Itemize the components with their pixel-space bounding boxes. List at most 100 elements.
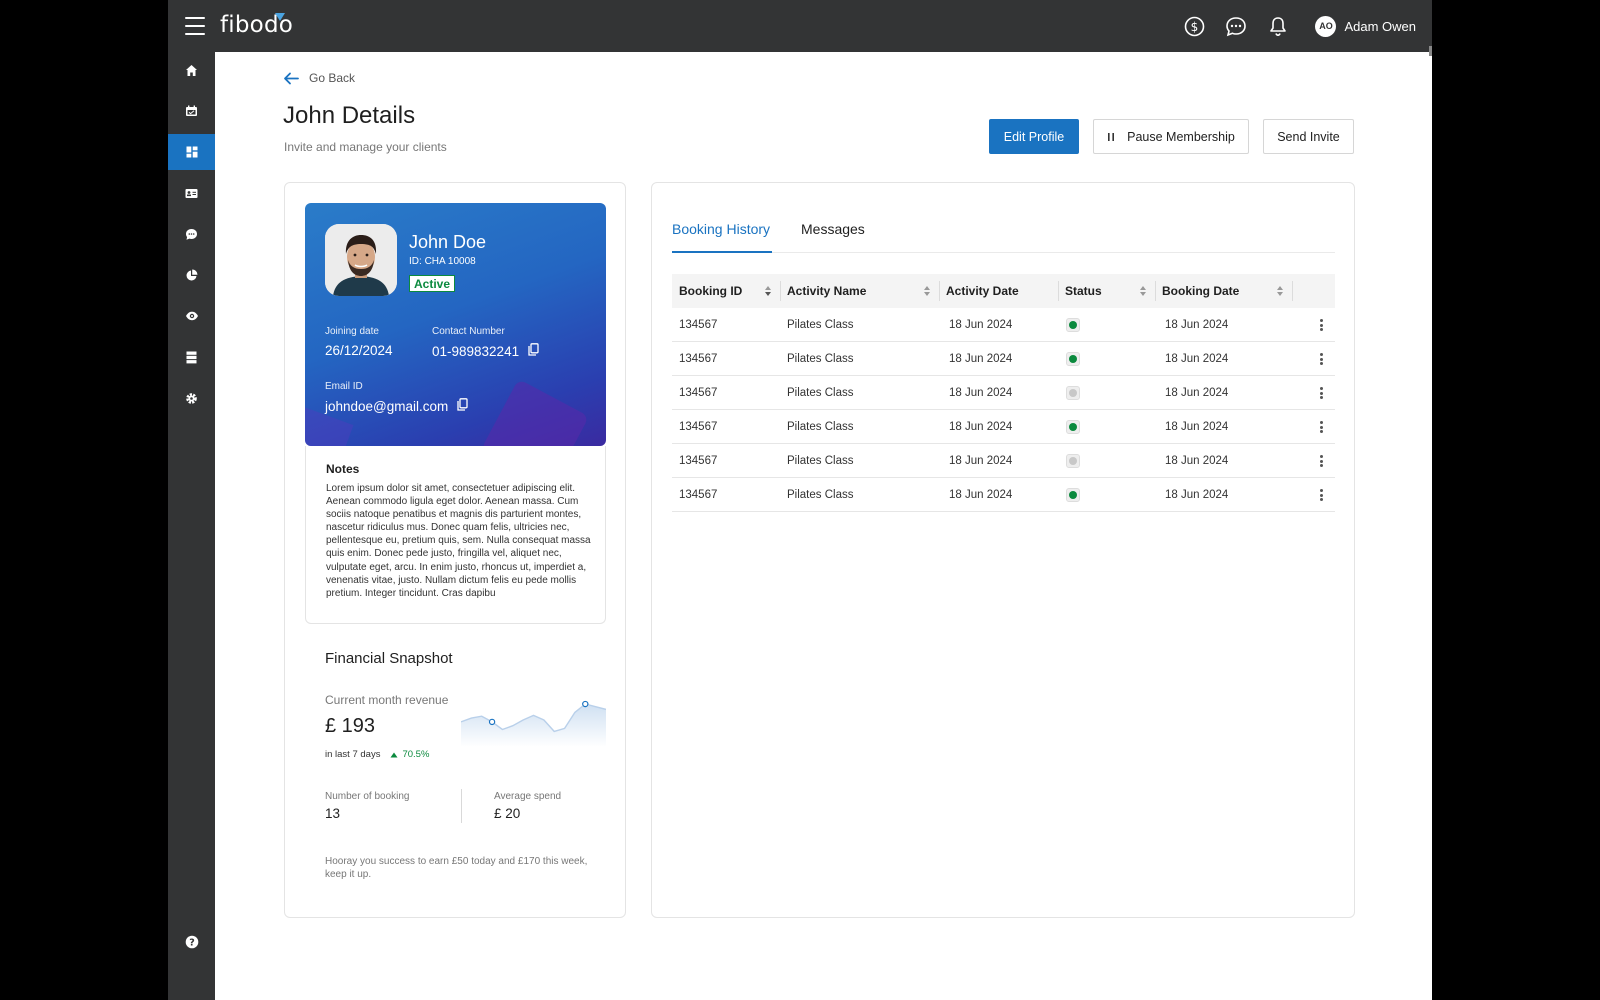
- sidebar-item-list[interactable]: [168, 339, 215, 375]
- copy-icon[interactable]: [457, 398, 468, 414]
- cell-booking-date: 18 Jun 2024: [1165, 455, 1229, 467]
- sparkline-point: [582, 700, 589, 708]
- cell-booking-id: 134567: [679, 387, 718, 399]
- column-activity-date[interactable]: Activity Date: [939, 274, 1058, 308]
- cell-activity-date: 18 Jun 2024: [949, 455, 1013, 467]
- change-value: 70.5%: [402, 749, 430, 760]
- table-row[interactable]: 134567 Pilates Class 18 Jun 2024 18 Jun …: [672, 410, 1335, 444]
- revenue-change: 70.5%: [390, 749, 429, 760]
- table-row[interactable]: 134567 Pilates Class 18 Jun 2024 18 Jun …: [672, 444, 1335, 478]
- sidebar-item-help[interactable]: ?: [168, 924, 215, 960]
- revenue-label: Current month revenue: [325, 693, 449, 707]
- sort-icon[interactable]: [1276, 285, 1284, 297]
- user-menu[interactable]: AO Adam Owen: [1315, 15, 1416, 37]
- more-options-icon[interactable]: [1315, 419, 1327, 435]
- joining-date-value: 26/12/2024: [325, 343, 393, 358]
- sort-icon[interactable]: [764, 285, 772, 297]
- messages-icon: [186, 228, 197, 240]
- tab-booking-history[interactable]: Booking History: [672, 221, 770, 237]
- more-options-icon[interactable]: [1315, 385, 1327, 401]
- table-row[interactable]: 134567 Pilates Class 18 Jun 2024 18 Jun …: [672, 342, 1335, 376]
- more-options-icon[interactable]: [1315, 351, 1327, 367]
- cell-activity-name: Pilates Class: [787, 387, 854, 399]
- tab-messages[interactable]: Messages: [801, 221, 865, 237]
- contact-number-value: 01-989832241: [432, 343, 539, 359]
- sort-icon[interactable]: [1139, 285, 1147, 297]
- edit-profile-button[interactable]: Edit Profile: [989, 119, 1079, 154]
- sparkline-area: [461, 704, 606, 747]
- pie-chart-icon: [186, 269, 198, 280]
- status-dot: [1069, 355, 1077, 363]
- column-divider: [1292, 281, 1293, 301]
- sidebar-item-settings[interactable]: [168, 380, 215, 416]
- sidebar-item-calendar[interactable]: [168, 93, 215, 129]
- status-indicator: [1066, 318, 1080, 332]
- client-photo: [325, 224, 397, 296]
- cell-activity-name: Pilates Class: [787, 353, 854, 365]
- cell-booking-date: 18 Jun 2024: [1165, 387, 1229, 399]
- client-id-card: John Doe ID: CHA 10008 Active Joining da…: [305, 203, 606, 446]
- calendar-icon: [186, 105, 197, 116]
- cell-activity-date: 18 Jun 2024: [949, 421, 1013, 433]
- sidebar-item-dashboard[interactable]: [168, 134, 215, 170]
- dollar-icon[interactable]: $: [1183, 15, 1205, 37]
- sidebar-item-reports[interactable]: [168, 257, 215, 293]
- eye-icon: [185, 311, 198, 321]
- pause-membership-button[interactable]: Pause Membership: [1093, 119, 1249, 154]
- cell-activity-date: 18 Jun 2024: [949, 319, 1013, 331]
- more-options-icon[interactable]: [1315, 487, 1327, 503]
- table-row[interactable]: 134567 Pilates Class 18 Jun 2024 18 Jun …: [672, 376, 1335, 410]
- status-indicator: [1066, 386, 1080, 400]
- cell-activity-name: Pilates Class: [787, 489, 854, 501]
- more-options-icon[interactable]: [1315, 317, 1327, 333]
- user-name: Adam Owen: [1344, 18, 1416, 34]
- sidebar-item-clients[interactable]: [168, 175, 215, 211]
- svg-text:$: $: [1191, 20, 1199, 34]
- card-decoration: [480, 378, 590, 446]
- sort-icon[interactable]: [923, 285, 931, 297]
- chat-icon[interactable]: [1225, 15, 1247, 37]
- pause-membership-label: Pause Membership: [1127, 129, 1235, 144]
- status-badge: Active: [409, 275, 456, 292]
- cell-booking-date: 18 Jun 2024: [1165, 353, 1229, 365]
- app-window: fibodo $ AO Adam Owen ? Go Back John Det…: [168, 0, 1432, 1000]
- contact-number-label: Contact Number: [432, 326, 505, 337]
- column-activity-name[interactable]: Activity Name: [780, 274, 939, 308]
- client-id: ID: CHA 10008: [409, 256, 476, 267]
- page-title: John Details: [283, 102, 416, 129]
- revenue-sparkline: [461, 700, 606, 747]
- table-row[interactable]: 134567 Pilates Class 18 Jun 2024 18 Jun …: [672, 478, 1335, 512]
- scrollbar[interactable]: [1429, 46, 1432, 56]
- sidebar-item-home[interactable]: [168, 52, 215, 88]
- cell-activity-date: 18 Jun 2024: [949, 489, 1013, 501]
- cell-booking-id: 134567: [679, 353, 718, 365]
- email: johndoe@gmail.com: [325, 398, 449, 414]
- table-row[interactable]: 134567 Pilates Class 18 Jun 2024 18 Jun …: [672, 308, 1335, 342]
- top-bar: fibodo $ AO Adam Owen: [168, 0, 1432, 56]
- notes-title: Notes: [326, 462, 360, 476]
- sidebar-item-messages[interactable]: [168, 216, 215, 252]
- status-dot: [1069, 321, 1077, 329]
- status-indicator: [1066, 420, 1080, 434]
- stat-divider: [461, 789, 462, 823]
- status-indicator: [1066, 454, 1080, 468]
- bell-icon[interactable]: [1267, 15, 1289, 37]
- revenue-period: in last 7 days 70.5%: [325, 749, 429, 760]
- send-invite-button[interactable]: Send Invite: [1263, 119, 1354, 154]
- copy-icon[interactable]: [528, 343, 539, 359]
- column-booking-date[interactable]: Booking Date: [1155, 274, 1292, 308]
- home-icon: [186, 64, 197, 76]
- cell-booking-id: 134567: [679, 489, 718, 501]
- more-options-icon[interactable]: [1315, 453, 1327, 469]
- page-subtitle: Invite and manage your clients: [284, 140, 447, 154]
- sidebar-item-views[interactable]: [168, 298, 215, 334]
- menu-icon[interactable]: [185, 17, 205, 35]
- notes-section: Notes Lorem ipsum dolor sit amet, consec…: [305, 446, 606, 624]
- list-icon: [186, 351, 197, 363]
- details-panel: Booking History Messages Booking ID Acti…: [651, 182, 1355, 918]
- go-back-link[interactable]: Go Back: [283, 71, 355, 85]
- status-dot: [1069, 457, 1077, 465]
- pause-icon: [1108, 132, 1115, 141]
- avg-spend-value: £ 20: [494, 806, 521, 821]
- dashboard-icon: [186, 146, 197, 158]
